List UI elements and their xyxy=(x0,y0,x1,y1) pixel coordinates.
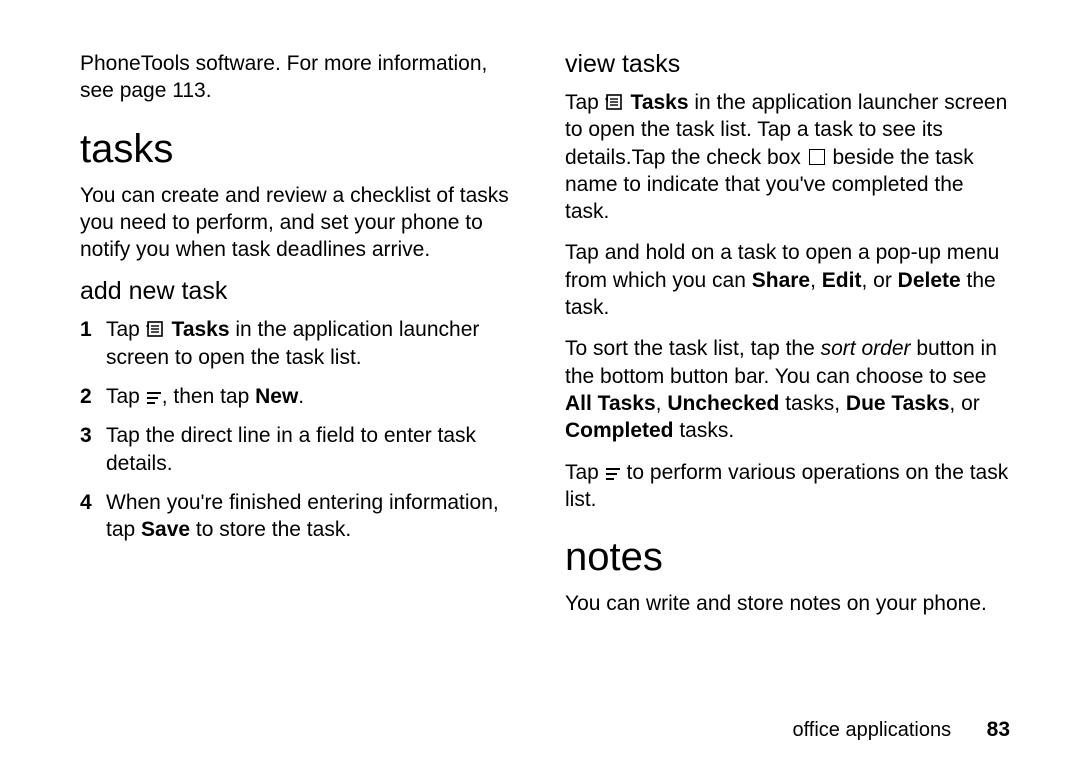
page-number: 83 xyxy=(987,718,1010,741)
all-tasks-label: All Tasks xyxy=(565,392,656,415)
text: tasks, xyxy=(779,392,846,415)
completed-label: Completed xyxy=(565,419,674,442)
step-1: 1 Tap Tasks in the application launcher … xyxy=(80,316,525,371)
step-body: Tap , then tap New. xyxy=(106,383,525,410)
text: Tap xyxy=(565,461,605,484)
intro-pageref: 113 xyxy=(172,79,205,102)
two-column-layout: PhoneTools software. For more informatio… xyxy=(80,50,1010,631)
step-3: 3 Tap the direct line in a field to ente… xyxy=(80,422,525,477)
footer-section: office applications xyxy=(792,719,951,741)
text: , or xyxy=(949,392,979,415)
share-label: Share xyxy=(752,269,810,292)
tasks-icon xyxy=(146,320,166,338)
due-tasks-label: Due Tasks xyxy=(846,392,950,415)
step-2: 2 Tap , then tap New. xyxy=(80,383,525,410)
tasks-label: Tasks xyxy=(631,91,689,114)
text: to perform various operations on the tas… xyxy=(565,461,1008,511)
tasks-label: Tasks xyxy=(172,318,230,341)
step-number: 1 xyxy=(80,316,106,343)
delete-label: Delete xyxy=(898,269,961,292)
menu-icon xyxy=(605,467,621,481)
step-body: Tap Tasks in the application launcher sc… xyxy=(106,316,525,371)
save-label: Save xyxy=(141,518,190,541)
text: To sort the task list, tap the xyxy=(565,337,821,360)
text: , then tap xyxy=(162,385,255,408)
text: Tap xyxy=(106,385,146,408)
menu-icon xyxy=(146,391,162,405)
view-tasks-p1: Tap Tasks in the application launcher sc… xyxy=(565,89,1010,225)
heading-add-new-task: add new task xyxy=(80,277,525,306)
step-body: When you're finished entering informatio… xyxy=(106,489,525,544)
tasks-intro: You can create and review a checklist of… xyxy=(80,182,525,264)
text: tasks. xyxy=(674,419,735,442)
text: , xyxy=(810,269,822,292)
intro-suffix: . xyxy=(206,79,212,102)
view-tasks-p2: Tap and hold on a task to open a pop-up … xyxy=(565,239,1010,321)
unchecked-label: Unchecked xyxy=(667,392,779,415)
new-label: New xyxy=(255,385,298,408)
view-tasks-p3: To sort the task list, tap the sort orde… xyxy=(565,335,1010,444)
text: Tap xyxy=(106,318,146,341)
heading-view-tasks: view tasks xyxy=(565,50,1010,79)
sort-order-label: sort order xyxy=(821,337,911,360)
text: Tap xyxy=(565,91,605,114)
text: , xyxy=(656,392,668,415)
step-number: 3 xyxy=(80,422,106,449)
text: , or xyxy=(861,269,897,292)
notes-intro: You can write and store notes on your ph… xyxy=(565,590,1010,617)
step-number: 2 xyxy=(80,383,106,410)
text: to store the task. xyxy=(190,518,351,541)
tasks-icon xyxy=(605,93,625,111)
edit-label: Edit xyxy=(822,269,862,292)
step-4: 4 When you're finished entering informat… xyxy=(80,489,525,544)
right-column: view tasks Tap Tasks in the application … xyxy=(565,50,1010,631)
text: . xyxy=(298,385,304,408)
step-number: 4 xyxy=(80,489,106,516)
page-footer: office applications 83 xyxy=(792,718,1010,742)
intro-prefix: PhoneTools software. For more informatio… xyxy=(80,52,487,102)
checkbox-icon xyxy=(809,149,825,165)
add-task-steps: 1 Tap Tasks in the application launcher … xyxy=(80,316,525,543)
view-tasks-p4: Tap to perform various operations on the… xyxy=(565,459,1010,514)
heading-notes: notes xyxy=(565,535,1010,580)
manual-page: PhoneTools software. For more informatio… xyxy=(0,0,1080,766)
left-column: PhoneTools software. For more informatio… xyxy=(80,50,525,631)
phonetools-intro: PhoneTools software. For more informatio… xyxy=(80,50,525,105)
heading-tasks: tasks xyxy=(80,127,525,172)
step-body: Tap the direct line in a field to enter … xyxy=(106,422,525,477)
